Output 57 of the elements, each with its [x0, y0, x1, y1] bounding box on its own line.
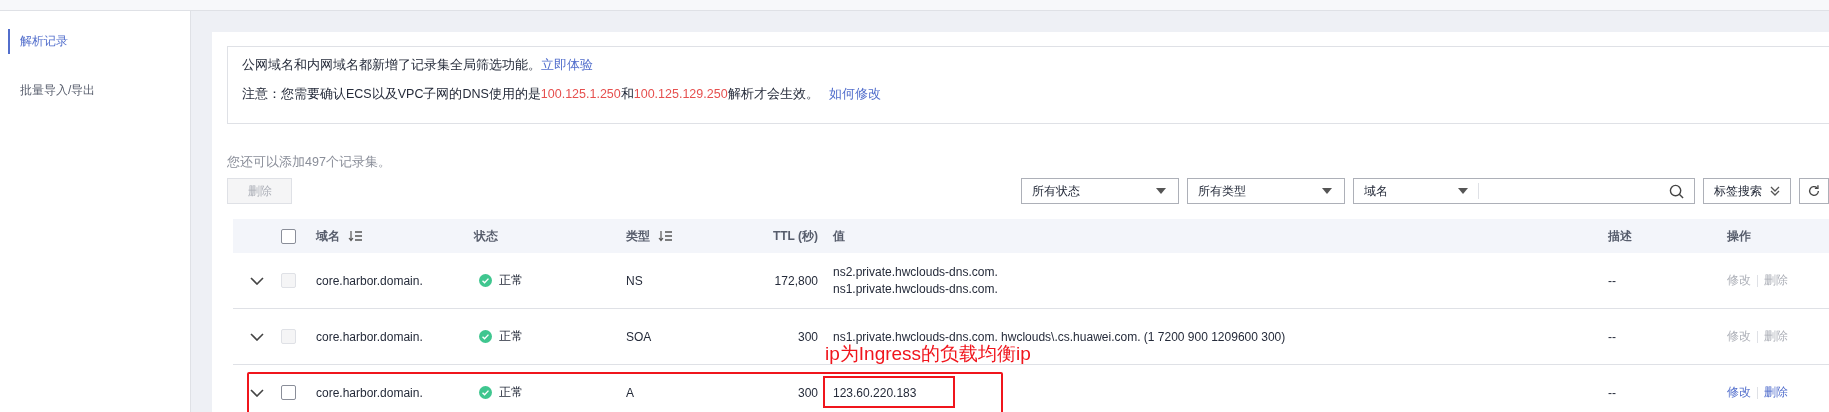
quota-text: 您还可以添加497个记录集。: [227, 154, 392, 171]
check-circle-icon: [479, 330, 492, 343]
tag-search-button[interactable]: 标签搜索: [1703, 178, 1791, 204]
caret-icon: [1322, 188, 1332, 194]
table-cell: --: [1608, 273, 1616, 288]
search-field[interactable]: 域名: [1353, 178, 1695, 204]
annotation-text: ip为Ingress的负载均衡ip: [825, 344, 1031, 363]
notice-text: 公网域名和内网域名都新增了记录集全局筛选功能。立即体验: [242, 57, 594, 74]
status-select[interactable]: 所有状态: [1021, 178, 1179, 204]
check-circle-icon: [479, 386, 492, 399]
column-header[interactable]: 类型: [626, 227, 672, 245]
sidebar-item[interactable]: 解析记录: [8, 29, 190, 54]
table-cell: SOA: [626, 329, 652, 344]
row-checkbox[interactable]: [281, 385, 296, 400]
column-header[interactable]: 域名: [316, 227, 362, 245]
expand-chevron-icon[interactable]: [250, 388, 264, 397]
action-link[interactable]: 删除: [1764, 384, 1788, 401]
column-header[interactable]: 状态: [474, 227, 498, 245]
table-cell: core.harbor.domain.: [316, 273, 423, 288]
column-header[interactable]: TTL (秒): [772, 227, 818, 245]
expand-chevron-icon[interactable]: [250, 332, 264, 341]
table-cell: 300: [797, 329, 818, 344]
double-chevron-icon: [1770, 186, 1780, 196]
sort-icon[interactable]: [348, 230, 362, 242]
notice-text: 注意：您需要确认ECS以及VPC子网的DNS使用的是100.125.1.250和100.125.129.250解析才会生效。 如何修改: [242, 86, 882, 103]
table-cell: core.harbor.domain.: [316, 329, 423, 344]
table-cell: --: [1608, 385, 1616, 400]
caret-icon: [1458, 188, 1468, 194]
column-header[interactable]: 操作: [1727, 227, 1751, 245]
how-to-modify-link[interactable]: 如何修改: [828, 87, 881, 101]
refresh-button[interactable]: [1799, 178, 1829, 204]
type-select[interactable]: 所有类型: [1187, 178, 1345, 204]
search-icon[interactable]: [1669, 183, 1684, 199]
check-circle-icon: [479, 274, 492, 287]
record-value: ns2.private.hwclouds-dns.com.: [833, 265, 999, 279]
table-cell: A: [626, 385, 634, 400]
record-value: 123.60.220.183: [833, 385, 918, 400]
column-header[interactable]: 值: [833, 227, 845, 245]
record-value: ns1.private.hwclouds-dns.com. hwclouds\.cs.huawei.com. (1 7200 900 1209600 300): [833, 329, 1287, 344]
table-cell: 300: [797, 385, 818, 400]
sidebar-item[interactable]: 批量导入/导出: [8, 78, 190, 103]
record-value: ns1.private.hwclouds-dns.com.: [833, 282, 999, 296]
status-text: 正常: [499, 272, 523, 289]
refresh-icon: [1807, 184, 1821, 198]
table-cell: --: [1608, 329, 1616, 344]
status-text: 正常: [499, 328, 523, 345]
try-now-link[interactable]: 立即体验: [541, 58, 593, 72]
expand-chevron-icon[interactable]: [250, 276, 264, 285]
column-header[interactable]: 描述: [1608, 227, 1632, 245]
caret-icon: [1156, 188, 1166, 194]
action-link[interactable]: 修改: [1727, 384, 1751, 401]
status-text: 正常: [499, 384, 523, 401]
select-all-checkbox[interactable]: [281, 228, 296, 244]
table-cell: core.harbor.domain.: [316, 385, 423, 400]
sort-icon[interactable]: [658, 230, 672, 242]
table-cell: 172,800: [774, 273, 818, 288]
table-cell: NS: [626, 273, 643, 288]
